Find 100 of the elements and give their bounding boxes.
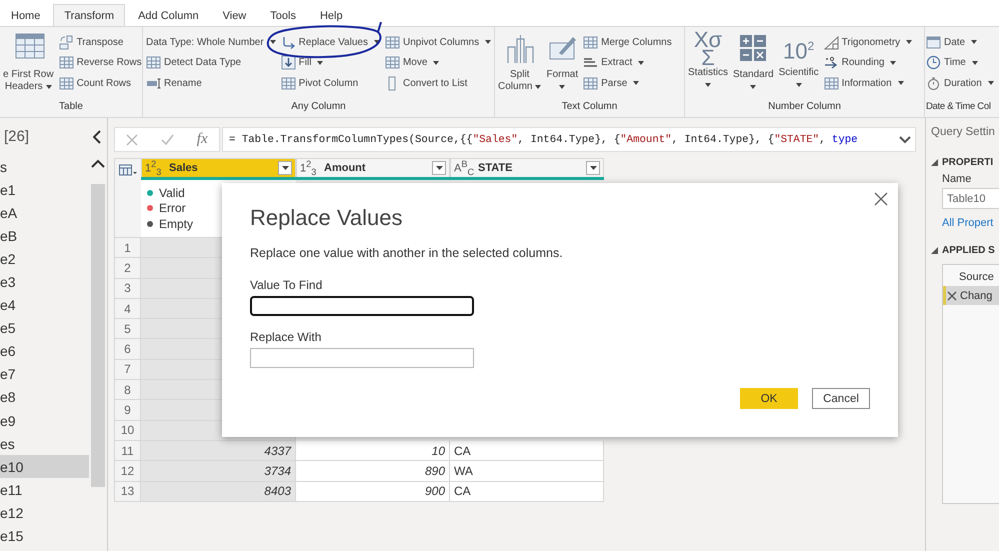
group-label: Table — [58, 101, 84, 114]
ribbon-button[interactable]: Replace Values — [280, 33, 380, 52]
query-item[interactable]: eB — [0, 224, 89, 248]
query-item[interactable]: e15 — [0, 524, 89, 548]
ribbon-button[interactable]: 10$^{2}$ Scientific — [778, 31, 819, 101]
close-icon — [874, 192, 888, 206]
row-number: 13 — [114, 482, 141, 502]
ribbon-button[interactable]: Move — [384, 54, 492, 72]
input-field[interactable] — [250, 348, 474, 368]
ribbon-button[interactable]: Detect Data Type — [146, 54, 276, 72]
query-item[interactable]: es — [0, 432, 89, 456]
ribbon-button[interactable]: Rounding — [824, 54, 912, 72]
row-number: 8 — [114, 380, 141, 400]
ribbon-button[interactable]: Date — [926, 33, 994, 52]
ribbon-tab[interactable]: Home — [0, 4, 52, 26]
caret-icon — [590, 166, 596, 170]
ribbon-button[interactable]: Count Rows — [58, 74, 142, 92]
field-label: Replace With — [250, 330, 322, 344]
ribbon-button[interactable]: Pivot Column — [280, 74, 380, 92]
name-field[interactable]: Table10 — [942, 188, 999, 209]
ribbon-button[interactable]: Duration — [926, 74, 994, 92]
query-item[interactable]: eA — [0, 201, 89, 224]
ribbon-button[interactable]: e First Row Headers — [3, 31, 54, 101]
formula-field[interactable]: = Table.TransformColumnTypes(Source,{{"Sales", Int64.Type}, {"Amount", Int64.Type}, {"STATE", type — [222, 127, 916, 152]
query-item[interactable]: e4 — [0, 294, 89, 317]
quality-label: Error — [159, 201, 186, 216]
applied-step[interactable]: Source — [943, 267, 999, 286]
query-count: [26] — [4, 128, 30, 145]
applied-step[interactable]: Chang — [943, 286, 999, 305]
filter-button[interactable] — [586, 161, 600, 175]
chevron-left-icon — [93, 130, 101, 144]
ribbon-button[interactable]: Format — [546, 31, 578, 101]
delete-icon — [947, 290, 957, 300]
column-header[interactable]: 1$^{2}$$_{3}$ Amount — [296, 158, 450, 177]
table-cell: CA — [450, 440, 604, 462]
group-label: Date & Time Col — [926, 101, 992, 114]
section-heading: APPLIED S — [942, 245, 995, 256]
ribbon-button[interactable]: Standard — [733, 31, 774, 101]
ribbon-button[interactable]: Extract — [583, 54, 672, 72]
column-header[interactable]: A$^{B}$$_{C}$ STATE — [450, 158, 604, 177]
ribbon-tab[interactable]: Add Column — [127, 4, 210, 26]
grid-icon — [58, 76, 74, 91]
row-number: 9 — [114, 400, 141, 421]
function-button[interactable]: fx — [196, 131, 208, 148]
ribbon-tab[interactable]: Help — [308, 4, 354, 26]
table-cell: 3734 — [141, 461, 296, 482]
query-item[interactable]: e3 — [0, 270, 89, 294]
ribbon-tab[interactable]: View — [212, 4, 258, 26]
grid-icon — [384, 55, 400, 70]
grid-icon — [58, 55, 74, 70]
ribbon-button[interactable]: Unpivot Columns — [384, 33, 492, 52]
row-number: 3 — [114, 278, 141, 299]
query-item[interactable]: e7 — [0, 362, 89, 386]
ribbon-button[interactable]: Rename — [146, 74, 276, 92]
ribbon-button[interactable]: Fill — [280, 54, 380, 72]
ribbon-button[interactable]: Data Type: Whole Number — [146, 33, 276, 52]
chevron-down-icon — [899, 136, 911, 144]
ribbon-tab[interactable]: Tools — [259, 4, 307, 26]
field-label: Value To Find — [250, 278, 324, 292]
query-item[interactable]: e6 — [0, 340, 89, 363]
input-field[interactable] — [250, 296, 474, 316]
filter-button[interactable] — [278, 161, 292, 175]
query-item[interactable]: e5 — [0, 316, 89, 340]
expand-triangle-icon — [931, 159, 938, 166]
ribbon-button[interactable]: Information — [824, 74, 912, 92]
ribbon-tab[interactable]: Transform — [53, 4, 126, 26]
group-label: Text Column — [560, 101, 618, 114]
query-item[interactable]: e12 — [0, 501, 89, 524]
ribbon-button[interactable]: Transpose — [58, 33, 142, 52]
ribbon-button[interactable]: Split Column — [498, 31, 542, 101]
query-item[interactable]: e1 — [0, 178, 89, 202]
ribbon-button[interactable]: Reverse Rows — [58, 54, 142, 72]
ribbon-button[interactable]: Parse — [583, 74, 672, 92]
quality-label: Valid — [159, 186, 185, 200]
query-item[interactable]: e9 — [0, 409, 89, 432]
query-item[interactable]: e11 — [0, 478, 89, 502]
ok-button[interactable]: OK — [740, 388, 798, 409]
column-header[interactable]: 1$^{2}$$_{3}$ Sales — [141, 158, 296, 177]
table-menu-icon — [119, 164, 137, 176]
ribbon-button[interactable]: Time — [926, 54, 994, 72]
table-cell: WA — [450, 461, 604, 482]
query-item[interactable]: s — [0, 155, 89, 178]
ribbon-button[interactable]: Trigonometry — [824, 33, 912, 52]
rename-icon — [146, 76, 161, 91]
scrollbar-thumb[interactable] — [90, 184, 104, 487]
query-item[interactable]: e2 — [0, 247, 89, 270]
row-number: 2 — [114, 258, 141, 279]
query-item[interactable]: e10 — [0, 455, 89, 478]
properties-link[interactable]: All Propert — [942, 217, 999, 229]
ribbon-button[interactable]: Convert to List — [384, 74, 492, 92]
row-number: 6 — [114, 339, 141, 360]
query-item[interactable]: e8 — [0, 386, 89, 410]
filter-button[interactable] — [432, 161, 446, 175]
ribbon-button[interactable]: Xσ Σ Statistics — [688, 31, 728, 101]
cancel-button[interactable]: Cancel — [812, 388, 870, 409]
table-cell: 890 — [296, 461, 450, 482]
ribbon-button[interactable]: Merge Columns — [583, 33, 672, 52]
quality-label: Empty — [159, 216, 194, 231]
pane-title: Query Settin — [931, 126, 996, 140]
checkmark-icon — [161, 134, 174, 146]
